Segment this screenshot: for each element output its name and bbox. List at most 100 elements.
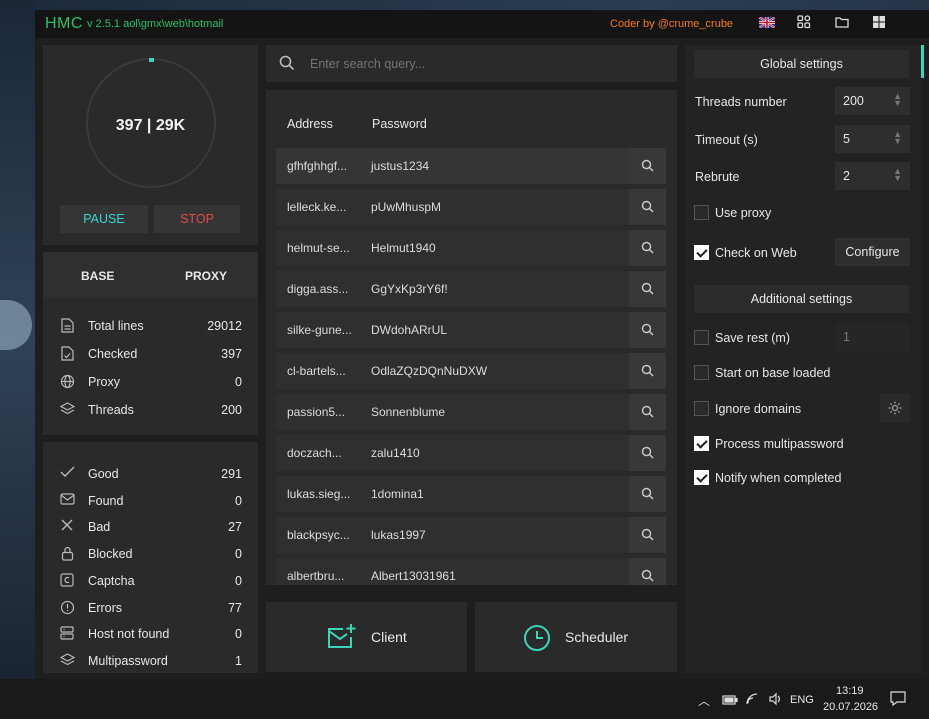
scheduler-button[interactable]: Scheduler	[475, 602, 677, 672]
lock-icon	[59, 546, 75, 562]
search-icon[interactable]	[629, 230, 666, 266]
stat-label: Checked	[88, 347, 138, 361]
use-proxy-checkbox[interactable]	[694, 205, 709, 220]
stat-value: 29012	[207, 319, 242, 333]
table-row[interactable]: blackpsyc... lukas1997	[276, 517, 666, 553]
folder-icon[interactable]	[833, 15, 851, 33]
stat-label: Errors	[88, 600, 123, 615]
volume-icon[interactable]	[768, 692, 782, 709]
ignore-domains-checkbox[interactable]	[694, 401, 709, 416]
configure-button[interactable]: Configure	[835, 238, 910, 266]
table-row[interactable]: albertbru... Albert13031961	[276, 558, 666, 585]
search-bar	[266, 45, 677, 82]
search-icon	[279, 55, 295, 74]
mail-plus-icon	[326, 623, 356, 654]
stat-label: Good	[88, 467, 119, 481]
stat-label: Found	[88, 493, 124, 508]
pause-button[interactable]: PAUSE	[60, 205, 148, 233]
search-icon[interactable]	[629, 476, 666, 512]
stat-value: 0	[235, 627, 242, 642]
row-password: DWdohARrUL	[371, 323, 448, 337]
row-password: GgYxKp3rY6f!	[371, 282, 448, 296]
row-address: albertbru...	[287, 569, 345, 583]
search-icon[interactable]	[629, 435, 666, 471]
captcha-icon	[59, 573, 75, 589]
stop-button[interactable]: STOP	[154, 205, 240, 233]
search-input[interactable]	[310, 53, 660, 75]
alert-icon	[59, 600, 75, 616]
apps-icon[interactable]	[795, 15, 813, 33]
search-icon[interactable]	[629, 312, 666, 348]
windows-icon[interactable]	[870, 15, 888, 33]
stat-label: Total lines	[88, 319, 144, 333]
save-rest-value: 1	[843, 330, 850, 344]
client-button[interactable]: Client	[266, 602, 467, 672]
battery-icon[interactable]	[722, 694, 738, 708]
stat-value: 77	[228, 600, 242, 615]
table-row[interactable]: gfhfghhgf... justus1234	[276, 148, 666, 184]
notify-when-completed-label: Notify when completed	[715, 471, 842, 485]
clock-time[interactable]: 13:19	[836, 685, 864, 697]
row-address: blackpsyc...	[287, 528, 350, 542]
check-on-web-checkbox[interactable]	[694, 245, 709, 260]
stat-label: Proxy	[88, 375, 120, 389]
spin-arrows-icon[interactable]: ▲ ▼	[893, 167, 902, 183]
table-row[interactable]: lukas.sieg... 1domina1	[276, 476, 666, 512]
file-check-icon	[59, 346, 75, 362]
search-icon[interactable]	[629, 189, 666, 225]
rebrute-spinbox[interactable]: 2 ▲ ▼	[835, 162, 910, 190]
table-row[interactable]: cl-bartels... OdlaZQzDQnNuDXW	[276, 353, 666, 389]
wifi-icon[interactable]	[746, 693, 760, 708]
spin-arrows-icon[interactable]: ▲ ▼	[893, 92, 902, 108]
coder-credit: Coder by @crume_crube	[610, 18, 734, 30]
search-icon[interactable]	[629, 394, 666, 430]
gear-icon[interactable]	[880, 394, 910, 422]
table-row[interactable]: doczach... zalu1410	[276, 435, 666, 471]
stat-value: 0	[235, 493, 242, 508]
clock-date[interactable]: 20.07.2026	[823, 701, 878, 713]
save-rest-spinbox[interactable]: 1	[835, 323, 910, 351]
table-row[interactable]: passion5... Sonnenblume	[276, 394, 666, 430]
start-on-base-checkbox[interactable]	[694, 365, 709, 380]
row-password: Sonnenblume	[371, 405, 446, 419]
mail-icon	[59, 493, 75, 509]
stat-value: 0	[235, 547, 242, 562]
tab-proxy[interactable]: PROXY	[185, 269, 227, 283]
stat-label: Bad	[88, 520, 111, 535]
table-row[interactable]: helmut-se... Helmut1940	[276, 230, 666, 266]
table-row[interactable]: lelleck.ke... pUwMhuspM	[276, 189, 666, 225]
result-stats-panel: Good 291 Found 0 Bad 27 Blocked 0 Captcha 0 Errors…	[43, 442, 258, 673]
notification-icon[interactable]	[890, 691, 906, 709]
table-row[interactable]: silke-gune... DWdohARrUL	[276, 312, 666, 348]
language-indicator[interactable]: ENG	[790, 694, 814, 706]
search-icon[interactable]	[629, 353, 666, 389]
search-icon[interactable]	[629, 271, 666, 307]
spin-arrows-icon[interactable]: ▲ ▼	[893, 130, 902, 146]
chevron-up-icon[interactable]: ︿	[698, 692, 710, 709]
row-address: doczach...	[287, 446, 342, 460]
stat-label: Blocked	[88, 547, 133, 562]
clock-icon	[523, 624, 551, 655]
threads-number-label: Threads number	[695, 95, 787, 109]
timeout-spinbox[interactable]: 5 ▲ ▼	[835, 125, 910, 153]
stat-label: Host not found	[88, 627, 170, 642]
notify-when-completed-checkbox[interactable]	[694, 470, 709, 485]
search-icon[interactable]	[629, 558, 666, 585]
layers-icon	[59, 402, 75, 418]
base-stats-panel: BASE PROXY Total lines 29012 Checked 397 Pro…	[43, 252, 258, 435]
process-multipassword-checkbox[interactable]	[694, 436, 709, 451]
stat-value: 27	[228, 520, 242, 535]
search-icon[interactable]	[629, 517, 666, 553]
row-address: silke-gune...	[287, 323, 352, 337]
stat-label: Multipassword	[88, 653, 168, 668]
threads-number-spinbox[interactable]: 200 ▲ ▼	[835, 87, 910, 115]
file-icon	[59, 318, 75, 334]
save-rest-checkbox[interactable]	[694, 330, 709, 345]
flag-uk-icon[interactable]	[758, 15, 776, 33]
rebrute-label: Rebrute	[695, 170, 740, 184]
table-row[interactable]: digga.ass... GgYxKp3rY6f!	[276, 271, 666, 307]
tab-base[interactable]: BASE	[81, 269, 114, 283]
search-icon[interactable]	[629, 148, 666, 184]
settings-scrollbar[interactable]	[921, 45, 924, 78]
row-address: cl-bartels...	[287, 364, 346, 378]
